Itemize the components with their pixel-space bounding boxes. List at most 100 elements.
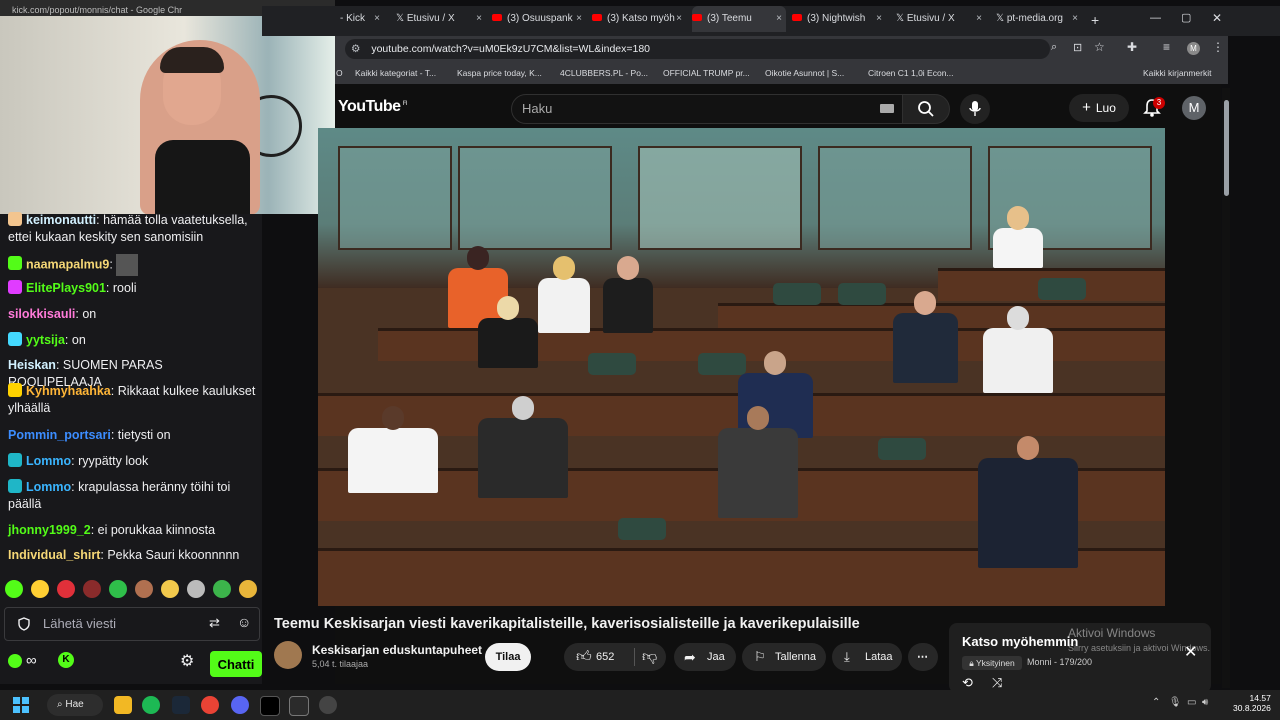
x-app-icon[interactable] — [260, 696, 280, 716]
close-window-button[interactable]: ✕ — [1212, 11, 1222, 25]
subscribe-button[interactable]: Tilaa — [485, 643, 531, 671]
translate-icon[interactable]: ⇄ — [209, 615, 220, 631]
emoji-icon[interactable]: ☺ — [237, 614, 251, 630]
browser-tab[interactable]: (3) Katso myöh × — [592, 6, 686, 32]
extensions-icon[interactable]: ✚ — [1127, 40, 1137, 54]
create-button[interactable]: + Luo — [1069, 94, 1129, 122]
taskbar-clock[interactable]: 14.57 30.8.2026 — [1233, 693, 1271, 713]
thumbs-down-icon[interactable]: 👎︎ — [642, 643, 657, 671]
chat-username[interactable]: jhonny1999_2 — [8, 523, 91, 537]
channel-avatar[interactable] — [274, 641, 302, 669]
install-icon[interactable]: ⊡ — [1073, 41, 1082, 54]
user-badge-icon[interactable] — [8, 280, 22, 294]
bookmark-item[interactable]: Kaikki kirjanmerkit — [1143, 68, 1212, 78]
emote-icon[interactable] — [31, 580, 49, 598]
browser-menu-icon[interactable]: ⋮ — [1212, 40, 1224, 54]
chat-username[interactable]: ElitePlays901 — [26, 281, 106, 295]
download-button[interactable]: ⤓ Lataa — [832, 643, 902, 671]
loop-icon[interactable]: ⟲ — [962, 675, 973, 691]
minimize-window-button[interactable]: — — [1150, 12, 1161, 24]
keyboard-icon[interactable] — [880, 104, 894, 113]
chat-username[interactable]: silokkisauli — [8, 307, 75, 321]
more-actions-button[interactable]: ⋯ — [908, 643, 938, 671]
share-button[interactable]: ➦ Jaa — [674, 643, 736, 671]
chat-username[interactable]: yytsija — [26, 333, 65, 347]
user-badge-icon[interactable] — [8, 479, 22, 493]
close-tab-icon[interactable]: × — [374, 6, 380, 32]
video-player[interactable] — [318, 128, 1165, 606]
youtube-search-input[interactable]: Haku — [511, 94, 903, 124]
steam-icon[interactable] — [172, 696, 190, 714]
bookmark-item[interactable]: 4CLUBBERS.PL - Po... — [560, 68, 648, 78]
taskbar-search[interactable]: ⌕ Hae — [47, 694, 103, 716]
chat-username[interactable]: Pommin_portsari — [8, 428, 111, 442]
chat-send-button[interactable]: Chatti — [210, 651, 262, 677]
user-badge-icon[interactable] — [8, 256, 22, 271]
channel-name[interactable]: Keskisarjan eduskuntapuheet — [312, 643, 482, 657]
user-badge-icon[interactable] — [8, 383, 22, 397]
emote-icon[interactable] — [213, 580, 231, 598]
infinity-icon[interactable]: ∞ — [26, 652, 37, 669]
windows-start-icon[interactable] — [13, 697, 29, 713]
close-tab-icon[interactable]: × — [676, 6, 682, 32]
youtube-logo[interactable]: YouTube FI — [338, 98, 407, 116]
app-icon[interactable] — [289, 696, 309, 716]
close-tab-icon[interactable]: × — [976, 6, 982, 32]
emote-icon[interactable] — [239, 580, 257, 598]
zoom-icon[interactable]: ⌕ — [1051, 41, 1057, 54]
youtube-search-button[interactable] — [902, 94, 950, 124]
new-tab-button[interactable]: + — [1091, 12, 1099, 28]
chat-username[interactable]: Lommo — [26, 454, 71, 468]
browser-tab[interactable]: 𝕏 pt-media.org × — [992, 6, 1082, 32]
profile-avatar[interactable]: M — [1187, 42, 1200, 55]
emote-icon[interactable] — [161, 580, 179, 598]
volume-icon[interactable]: 🔊︎ — [1202, 697, 1208, 708]
emote-icon[interactable] — [109, 580, 127, 598]
youtube-account-avatar[interactable]: M — [1182, 96, 1206, 120]
site-info-icon[interactable]: ⚙ — [351, 43, 360, 55]
close-tab-icon[interactable]: × — [576, 6, 582, 32]
thumbs-up-icon[interactable]: 👍︎ — [576, 643, 592, 671]
browser-tab[interactable]: 𝕏 Etusivu / X × — [392, 6, 486, 32]
bookmark-item[interactable]: Kaspa price today, K... — [457, 68, 542, 78]
emote-icon[interactable] — [187, 580, 205, 598]
emote-icon[interactable] — [5, 580, 23, 598]
playlist-title[interactable]: Katso myöhemmin — [962, 634, 1078, 649]
close-tab-icon[interactable]: × — [1072, 6, 1078, 32]
bookmark-item[interactable]: OFFICIAL TRUMP pr... — [663, 68, 750, 78]
browser-tab[interactable]: (3) Teemu × — [692, 6, 786, 32]
network-icon[interactable]: ▭ — [1187, 697, 1196, 708]
kick-points-icon[interactable]: K — [58, 652, 74, 668]
voice-search-button[interactable] — [960, 94, 990, 124]
chat-input[interactable]: Lähetä viesti ⇄ ☺ — [4, 607, 260, 641]
browser-tab[interactable]: - Kick × — [336, 6, 384, 32]
close-tab-icon[interactable]: × — [876, 6, 882, 32]
browser-tab[interactable]: (3) Osuuspank × — [492, 6, 586, 32]
emote-icon[interactable] — [83, 580, 101, 598]
reading-list-icon[interactable]: ≡ — [1163, 40, 1170, 54]
browser-tab[interactable]: 𝕏 Etusivu / X × — [892, 6, 986, 32]
discord-icon[interactable] — [231, 696, 249, 714]
browser-tab[interactable]: (3) Nightwish × — [792, 6, 886, 32]
like-count[interactable]: 652 — [596, 643, 614, 671]
settings-gear-icon[interactable]: ⚙ — [180, 651, 194, 671]
close-tab-icon[interactable]: × — [776, 6, 782, 32]
file-explorer-icon[interactable] — [114, 696, 132, 714]
chat-username[interactable]: Kyhmyhaahka — [26, 384, 111, 398]
bookmark-item[interactable]: Oikotie Asunnot | S... — [765, 68, 844, 78]
chat-username[interactable]: Lommo — [26, 480, 71, 494]
user-badge-icon[interactable] — [8, 453, 22, 467]
user-badge-icon[interactable] — [8, 332, 22, 346]
scrollbar-thumb[interactable] — [1224, 100, 1229, 196]
close-tab-icon[interactable]: × — [476, 6, 482, 32]
system-tray[interactable]: ⌃ 🎙︎ ▭ 🔊︎ — [1152, 697, 1208, 708]
save-button[interactable]: ⚐ Tallenna — [742, 643, 826, 671]
bookmark-item[interactable]: Citroen C1 1,0i Econ... — [868, 68, 954, 78]
chat-username[interactable]: naamapalmu9 — [26, 257, 109, 271]
address-bar[interactable]: ⚙ youtube.com/watch?v=uM0Ek9zU7CM&list=W… — [345, 39, 1050, 59]
obs-icon[interactable] — [319, 696, 337, 714]
chrome-icon[interactable] — [201, 696, 219, 714]
maximize-window-button[interactable]: ▢ — [1181, 11, 1191, 24]
spotify-icon[interactable] — [142, 696, 160, 714]
chevron-up-icon[interactable]: ⌃ — [1152, 697, 1160, 708]
